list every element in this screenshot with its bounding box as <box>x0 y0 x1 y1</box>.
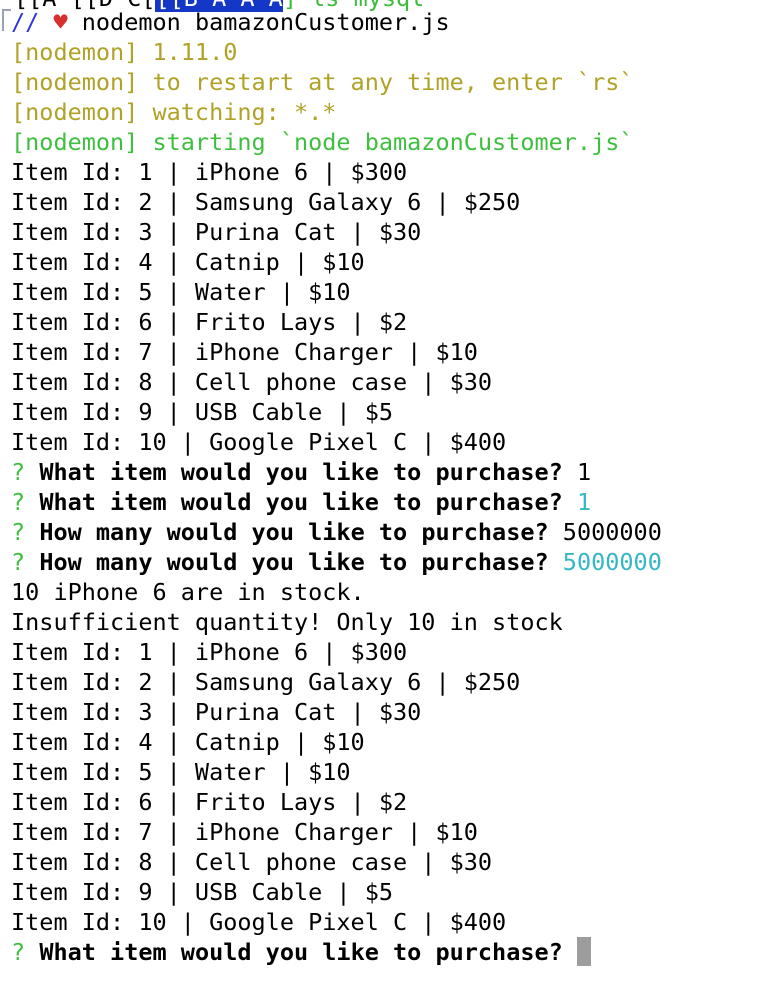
prompt-bracket-icon <box>2 9 11 31</box>
nodemon-restart-hint: [nodemon] to restart at any time, enter … <box>11 68 634 96</box>
item-line: Item Id: 8 | Cell phone case | $30 <box>11 368 493 396</box>
item-line: Item Id: 3 | Purina Cat | $30 <box>11 698 422 726</box>
item-line: Item Id: 5 | Water | $10 <box>11 758 351 786</box>
question-text: How many would you like to purchase? <box>39 518 549 546</box>
terminal-output: // ♥ nodemon bamazonCustomer.js [nodemon… <box>11 7 662 967</box>
text-cursor[interactable] <box>576 937 591 966</box>
terminal-window[interactable]: [[A [[D C[[[B A A A] ls mysql // ♥ nodem… <box>0 0 782 988</box>
prompt-slashes: // <box>11 8 40 36</box>
item-line: Item Id: 9 | USB Cable | $5 <box>11 878 394 906</box>
question-marker-icon: ? <box>11 938 26 966</box>
item-line: Item Id: 5 | Water | $10 <box>11 278 351 306</box>
item-line: Item Id: 7 | iPhone Charger | $10 <box>11 818 478 846</box>
item-line: Item Id: 1 | iPhone 6 | $300 <box>11 158 408 186</box>
item-line: Item Id: 2 | Samsung Galaxy 6 | $250 <box>11 188 521 216</box>
stock-message: 10 iPhone 6 are in stock. <box>11 578 365 606</box>
typed-input: 5000000 <box>548 518 662 546</box>
item-line: Item Id: 9 | USB Cable | $5 <box>11 398 394 426</box>
question-qty-typing: ? How many would you like to purchase? 5… <box>11 517 662 547</box>
item-line: Item Id: 8 | Cell phone case | $30 <box>11 848 493 876</box>
item-line: Item Id: 4 | Catnip | $10 <box>11 248 365 276</box>
question-item-answered: ? What item would you like to purchase? … <box>11 487 662 517</box>
question-item-active[interactable]: ? What item would you like to purchase? <box>11 937 662 967</box>
question-text: What item would you like to purchase? <box>39 938 563 966</box>
item-line: Item Id: 3 | Purina Cat | $30 <box>11 218 422 246</box>
question-item-typing: ? What item would you like to purchase? … <box>11 457 662 487</box>
typed-input: 1 <box>562 458 592 486</box>
question-qty-answered: ? How many would you like to purchase? 5… <box>11 547 662 577</box>
item-line: Item Id: 2 | Samsung Galaxy 6 | $250 <box>11 668 521 696</box>
question-marker-icon: ? <box>11 548 26 576</box>
shell-command: nodemon bamazonCustomer.js <box>67 8 450 36</box>
question-text: How many would you like to purchase? <box>39 548 549 576</box>
question-text: What item would you like to purchase? <box>39 488 563 516</box>
nodemon-watching: [nodemon] watching: *.* <box>11 98 337 126</box>
insufficient-message: Insufficient quantity! Only 10 in stock <box>11 608 563 636</box>
question-text: What item would you like to purchase? <box>39 458 563 486</box>
item-line: Item Id: 1 | iPhone 6 | $300 <box>11 638 408 666</box>
heart-icon: ♥ <box>53 8 68 36</box>
item-line: Item Id: 6 | Frito Lays | $2 <box>11 788 408 816</box>
question-marker-icon: ? <box>11 488 26 516</box>
item-line: Item Id: 7 | iPhone Charger | $10 <box>11 338 478 366</box>
item-line: Item Id: 10 | Google Pixel C | $400 <box>11 428 507 456</box>
nodemon-starting: [nodemon] starting `node bamazonCustomer… <box>11 128 634 156</box>
question-marker-icon: ? <box>11 518 26 546</box>
item-line: Item Id: 4 | Catnip | $10 <box>11 728 365 756</box>
question-marker-icon: ? <box>11 458 26 486</box>
shell-prompt-line: // ♥ nodemon bamazonCustomer.js <box>11 7 662 37</box>
item-line: Item Id: 6 | Frito Lays | $2 <box>11 308 408 336</box>
nodemon-version: [nodemon] 1.11.0 <box>11 38 238 66</box>
answer-value: 5000000 <box>548 548 662 576</box>
item-line: Item Id: 10 | Google Pixel C | $400 <box>11 908 507 936</box>
answer-value: 1 <box>562 488 592 516</box>
